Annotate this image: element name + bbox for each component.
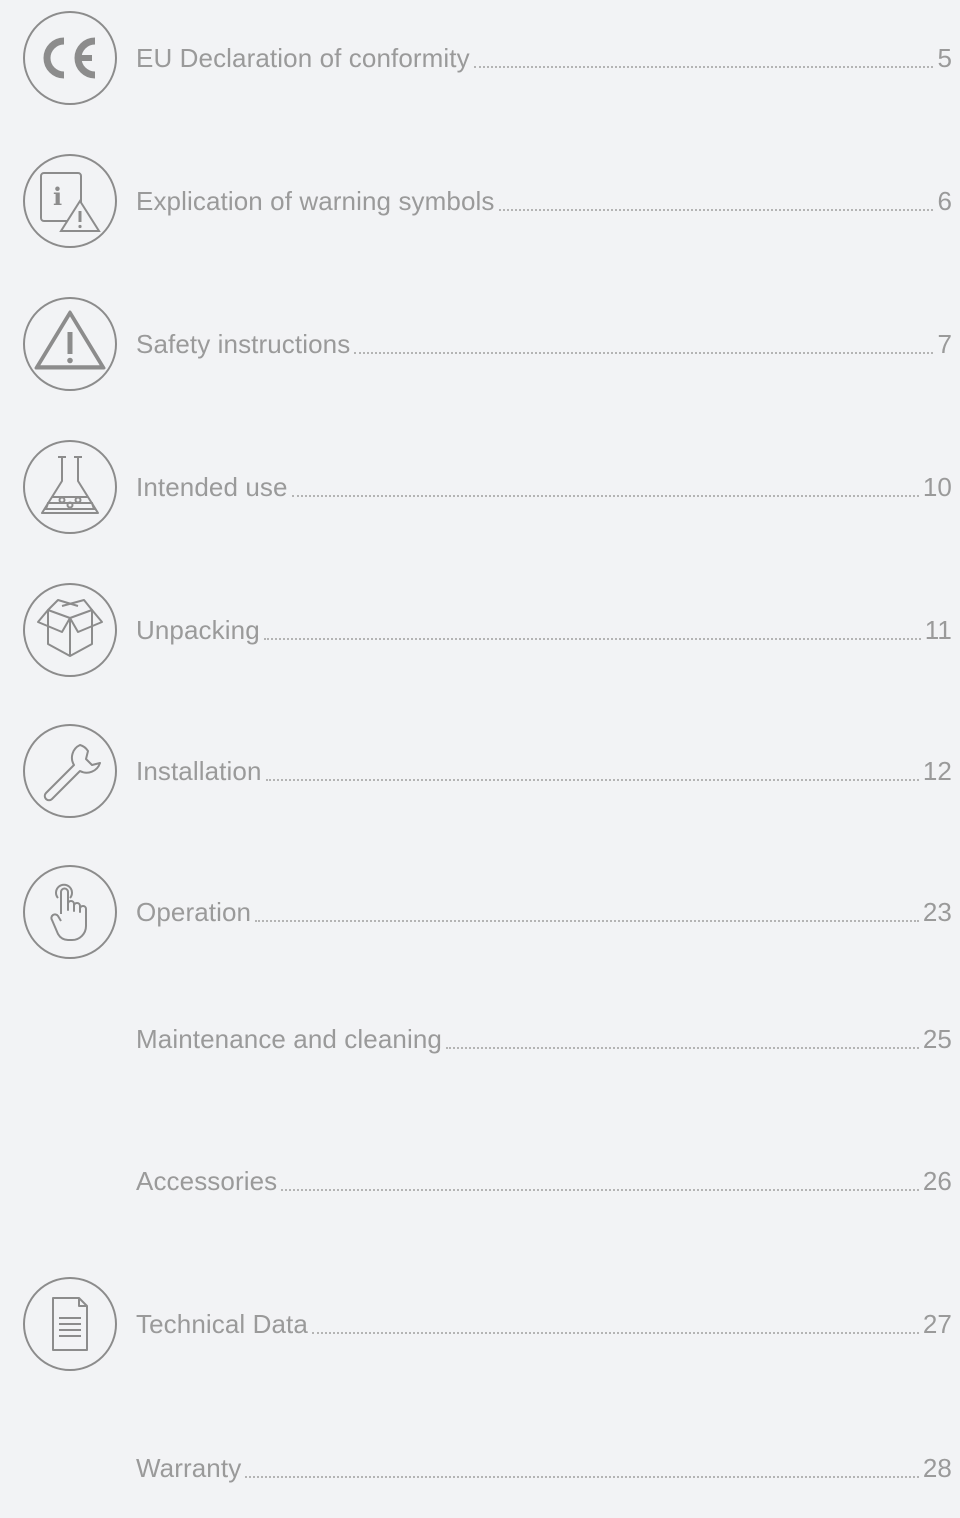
dot-leader xyxy=(263,638,921,640)
dot-leader xyxy=(291,495,919,497)
toc-page-number: 10 xyxy=(922,471,952,502)
toc-title: Installation xyxy=(136,755,262,786)
toc-row-operation[interactable]: Operation 23 xyxy=(0,862,960,962)
toc-title: EU Declaration of conformity xyxy=(136,42,470,73)
toc-title: Warranty xyxy=(136,1452,242,1483)
toc-page-number: 12 xyxy=(922,755,952,786)
toc-row-installation[interactable]: Installation 12 xyxy=(0,721,960,821)
toc-page-number: 23 xyxy=(922,896,952,927)
toc-title: Explication of warning symbols xyxy=(136,185,495,216)
toc-page-number: 7 xyxy=(937,328,952,359)
toc-page-number: 11 xyxy=(924,614,952,645)
pointing-finger-icon xyxy=(22,864,118,960)
toc-row-safety-instructions[interactable]: Safety instructions 7 xyxy=(0,294,960,394)
toc-page-number: 6 xyxy=(937,185,952,216)
dot-leader xyxy=(265,779,919,781)
dot-leader xyxy=(498,209,934,211)
dot-leader xyxy=(311,1332,919,1334)
toc-row-warranty[interactable]: Warranty 28 xyxy=(0,1418,960,1518)
toc-title: Unpacking xyxy=(136,614,260,645)
toc-title: Accessories xyxy=(136,1165,278,1196)
warning-triangle-icon xyxy=(22,296,118,392)
dot-leader xyxy=(473,66,934,68)
ce-mark-icon xyxy=(22,10,118,106)
toc-row-unpacking[interactable]: Unpacking 11 xyxy=(0,580,960,680)
wrench-icon xyxy=(22,723,118,819)
toc-page-number: 28 xyxy=(922,1452,952,1483)
toc-row-eu-declaration[interactable]: EU Declaration of conformity 5 xyxy=(0,8,960,108)
open-box-icon xyxy=(22,582,118,678)
info-warning-document-icon: i xyxy=(22,153,118,249)
toc-title: Intended use xyxy=(136,471,288,502)
dot-leader xyxy=(245,1476,919,1478)
dot-leader xyxy=(445,1047,919,1049)
dot-leader xyxy=(354,352,934,354)
toc-row-intended-use[interactable]: Intended use 10 xyxy=(0,437,960,537)
toc-title: Technical Data xyxy=(136,1308,308,1339)
toc-page-number: 27 xyxy=(922,1308,952,1339)
document-icon xyxy=(22,1276,118,1372)
svg-text:i: i xyxy=(53,182,62,211)
dot-leader xyxy=(255,920,919,922)
toc-row-maintenance[interactable]: Maintenance and cleaning 25 xyxy=(0,989,960,1089)
toc-row-warning-symbols[interactable]: i Explication of warning symbols 6 xyxy=(0,151,960,251)
toc-page-number: 26 xyxy=(922,1165,952,1196)
dot-leader xyxy=(281,1189,919,1191)
toc-row-accessories[interactable]: Accessories 26 xyxy=(0,1131,960,1231)
toc-page-number: 25 xyxy=(922,1023,952,1054)
toc-title: Maintenance and cleaning xyxy=(136,1023,442,1054)
toc-title: Operation xyxy=(136,896,252,927)
toc-title: Safety instructions xyxy=(136,328,351,359)
toc-page-number: 5 xyxy=(937,42,952,73)
lab-flask-icon xyxy=(22,439,118,535)
toc-row-technical-data[interactable]: Technical Data 27 xyxy=(0,1274,960,1374)
